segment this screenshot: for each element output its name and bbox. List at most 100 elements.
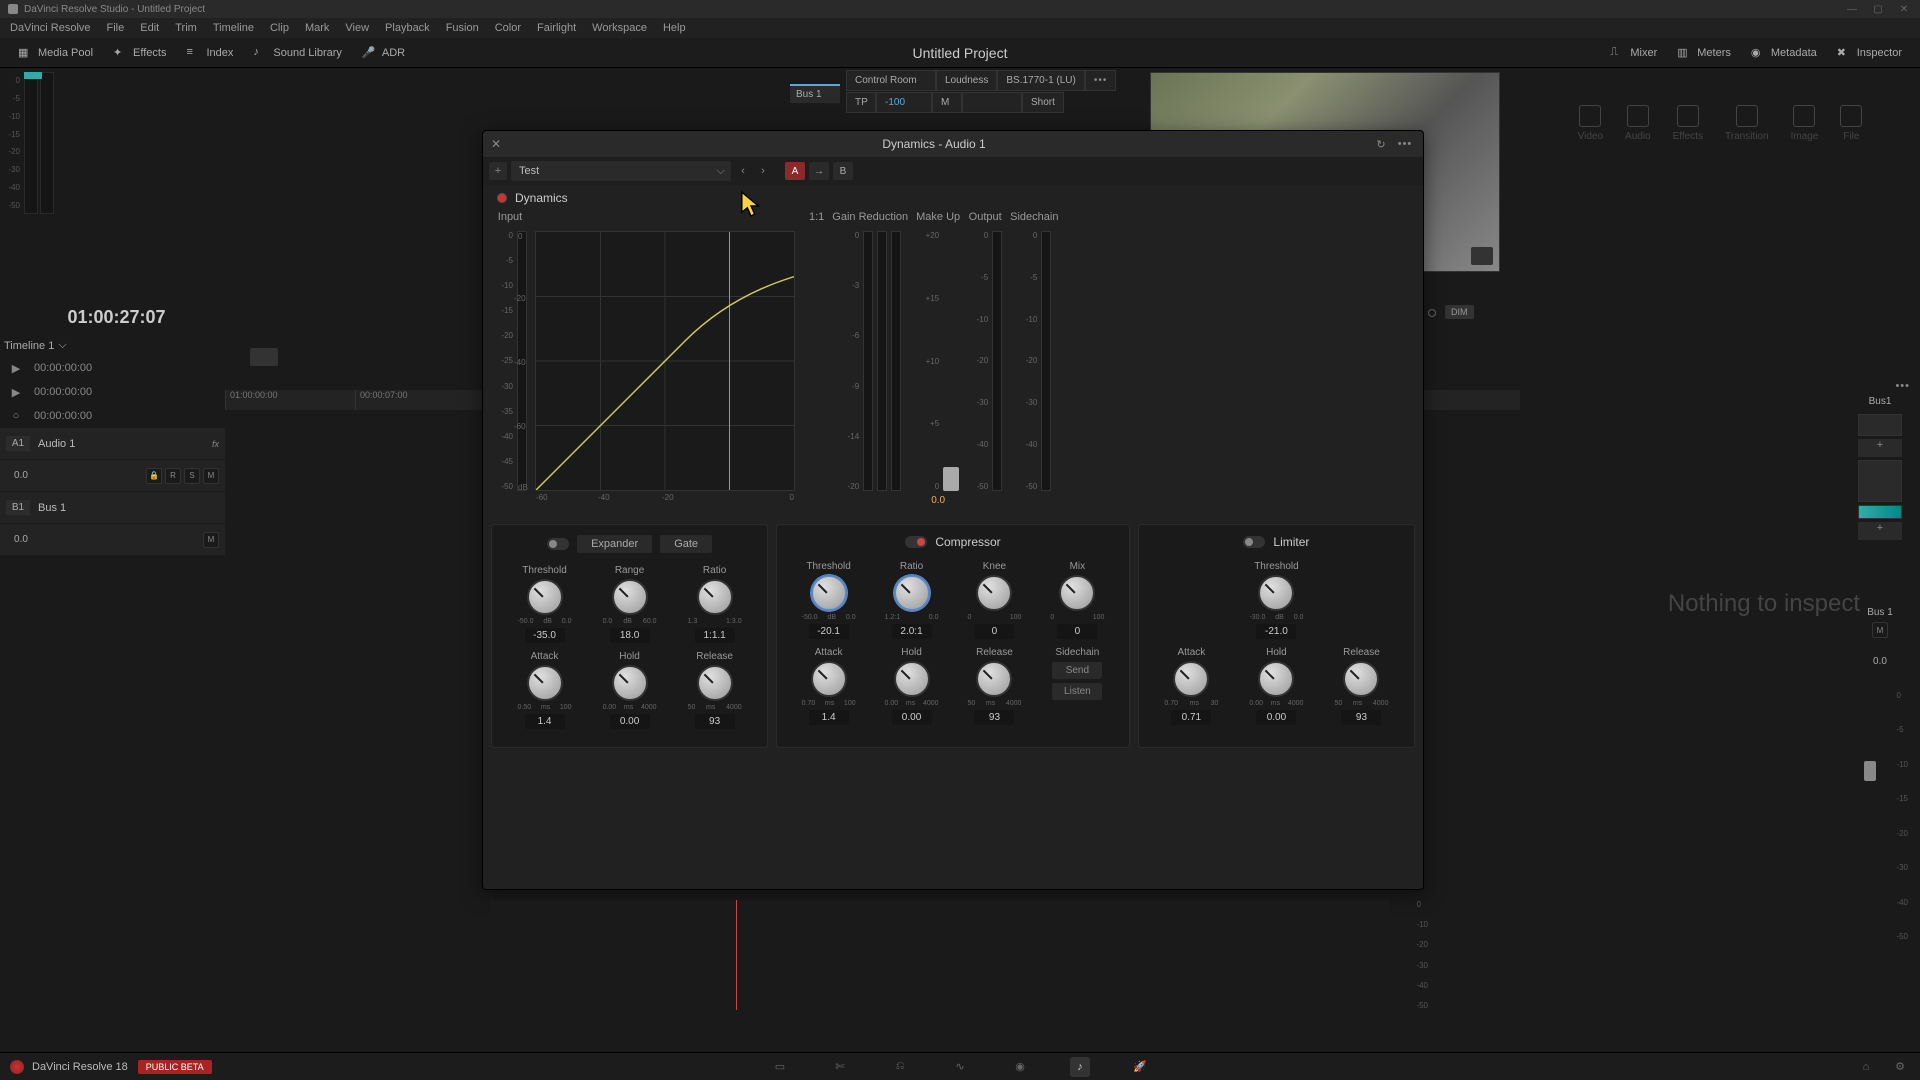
color-page[interactable]: ◉ [1010,1057,1030,1077]
inspector-button[interactable]: ✖Inspector [1827,43,1912,63]
expander-release-knob[interactable] [697,665,733,701]
mixer-pan[interactable] [1858,505,1902,519]
record-indicator[interactable] [1428,309,1436,317]
compressor-ratio-knob[interactable] [894,575,930,611]
expander-release-value[interactable]: 93 [695,714,735,729]
expander-attack-value[interactable]: 1.4 [525,714,565,729]
expander-tab[interactable]: Expander [577,535,652,553]
fusion-page[interactable]: ∿ [950,1057,970,1077]
menu-workspace[interactable]: Workspace [584,22,655,34]
track-fx[interactable]: fx [212,439,219,449]
reset-icon[interactable]: ↻ [1371,136,1391,152]
timeline-select[interactable]: Timeline 1 ⌵ [4,339,229,352]
fader-handle[interactable] [1864,761,1876,781]
gate-tab[interactable]: Gate [660,535,712,553]
lock-button[interactable]: 🔒 [146,468,162,484]
makeup-handle[interactable] [943,467,959,491]
preset-b-button[interactable]: B [833,162,853,180]
expander-range-knob[interactable] [612,579,648,615]
fader[interactable]: 0-5-10-15-20-30-40-50 [1850,691,1910,941]
preset-prev[interactable]: ‹ [735,162,751,180]
solo-button[interactable]: S [184,468,200,484]
compressor-ratio-value[interactable]: 2.0:1 [892,624,932,639]
expander-hold-knob[interactable] [612,665,648,701]
compressor-release-knob[interactable] [976,661,1012,697]
compressor-hold-knob[interactable] [894,661,930,697]
track-b1[interactable]: B1 Bus 1 [0,492,225,524]
window-maximize[interactable]: ▢ [1866,2,1890,16]
gain-value[interactable]: 0.0 [1850,652,1910,671]
bus-tab[interactable]: Bus 1 [790,84,840,103]
tab-image[interactable]: Image [1791,105,1819,142]
limiter-attack-knob[interactable] [1173,661,1209,697]
expander-threshold-knob[interactable] [527,579,563,615]
main-timecode[interactable]: 01:00:27:07 [10,307,223,328]
options-button[interactable]: ••• [1085,70,1117,91]
tab-effects[interactable]: Effects [1673,105,1703,142]
compressor-toggle[interactable] [905,536,927,548]
cut-page[interactable]: ✄ [830,1057,850,1077]
compressor-mix-knob[interactable] [1059,575,1095,611]
prev-button[interactable]: ▶ [8,384,24,400]
menu-fusion[interactable]: Fusion [438,22,487,34]
index-button[interactable]: ≡Index [176,43,243,63]
limiter-release-value[interactable]: 93 [1341,710,1381,725]
compressor-release-value[interactable]: 93 [974,710,1014,725]
mute-button[interactable]: M [1872,622,1888,638]
limiter-toggle[interactable] [1243,536,1265,548]
add-preset-button[interactable]: + [489,162,507,180]
track-gain[interactable]: 0.0 [6,534,36,545]
track-gain[interactable]: 0.0 [6,470,36,481]
settings-button[interactable]: ⚙ [1890,1057,1910,1077]
meters-button[interactable]: ▥Meters [1667,43,1741,63]
expand-icon[interactable] [1471,247,1493,265]
dim-button[interactable]: DIM [1445,305,1474,319]
fairlight-page[interactable]: ♪ [1070,1057,1090,1077]
menu-file[interactable]: File [99,22,133,34]
tab-file[interactable]: File [1840,105,1862,142]
preset-swap-button[interactable]: → [809,162,829,180]
menu-clip[interactable]: Clip [262,22,297,34]
dynamics-curve[interactable]: 0 -20 -40 -60 dB -60 -40 -20 0 [535,231,795,491]
limiter-threshold-knob[interactable] [1258,575,1294,611]
menu-help[interactable]: Help [655,22,694,34]
menu-mark[interactable]: Mark [297,22,337,34]
window-minimize[interactable]: — [1840,2,1864,16]
track-a1[interactable]: A1 Audio 1 fx [0,428,225,460]
send-button[interactable]: Send [1052,662,1102,679]
sound-library-button[interactable]: ♪Sound Library [243,43,352,63]
compressor-hold-value[interactable]: 0.00 [892,710,932,725]
expander-attack-knob[interactable] [527,665,563,701]
listen-button[interactable]: Listen [1052,683,1102,700]
mixer-button[interactable]: ⎍Mixer [1600,43,1667,63]
compressor-attack-value[interactable]: 1.4 [809,710,849,725]
mute-button[interactable]: M [203,532,219,548]
mixer-insert[interactable] [1858,414,1902,436]
menu-trim[interactable]: Trim [167,22,205,34]
expander-ratio-value[interactable]: 1:1.1 [695,628,735,643]
compressor-knee-value[interactable]: 0 [974,624,1014,639]
menu-edit[interactable]: Edit [132,22,167,34]
home-button[interactable]: ⌂ [1856,1057,1876,1077]
expander-range-value[interactable]: 18.0 [610,628,650,643]
compressor-threshold-knob[interactable] [811,575,847,611]
menu-timeline[interactable]: Timeline [205,22,262,34]
dynamics-enable-toggle[interactable] [497,193,507,203]
tab-video[interactable]: Video [1578,105,1603,142]
limiter-attack-value[interactable]: 0.71 [1171,710,1211,725]
add-insert-button[interactable]: + [1858,439,1902,457]
timeline-view-icon[interactable] [250,348,278,366]
tab-transition[interactable]: Transition [1725,105,1769,142]
add-button[interactable]: + [1858,522,1902,540]
edit-page[interactable]: ⎌ [890,1057,910,1077]
menu-fairlight[interactable]: Fairlight [529,22,584,34]
dynamics-header[interactable]: ✕ Dynamics - Audio 1 ↻ ••• [483,131,1423,157]
mute-button[interactable]: M [203,468,219,484]
preset-next[interactable]: › [755,162,771,180]
limiter-threshold-value[interactable]: -21.0 [1256,624,1296,639]
deliver-page[interactable]: 🚀 [1130,1057,1150,1077]
menu-view[interactable]: View [337,22,377,34]
compressor-threshold-value[interactable]: -20.1 [809,624,849,639]
mixer-options[interactable]: ••• [1850,380,1910,392]
compressor-knee-knob[interactable] [976,575,1012,611]
